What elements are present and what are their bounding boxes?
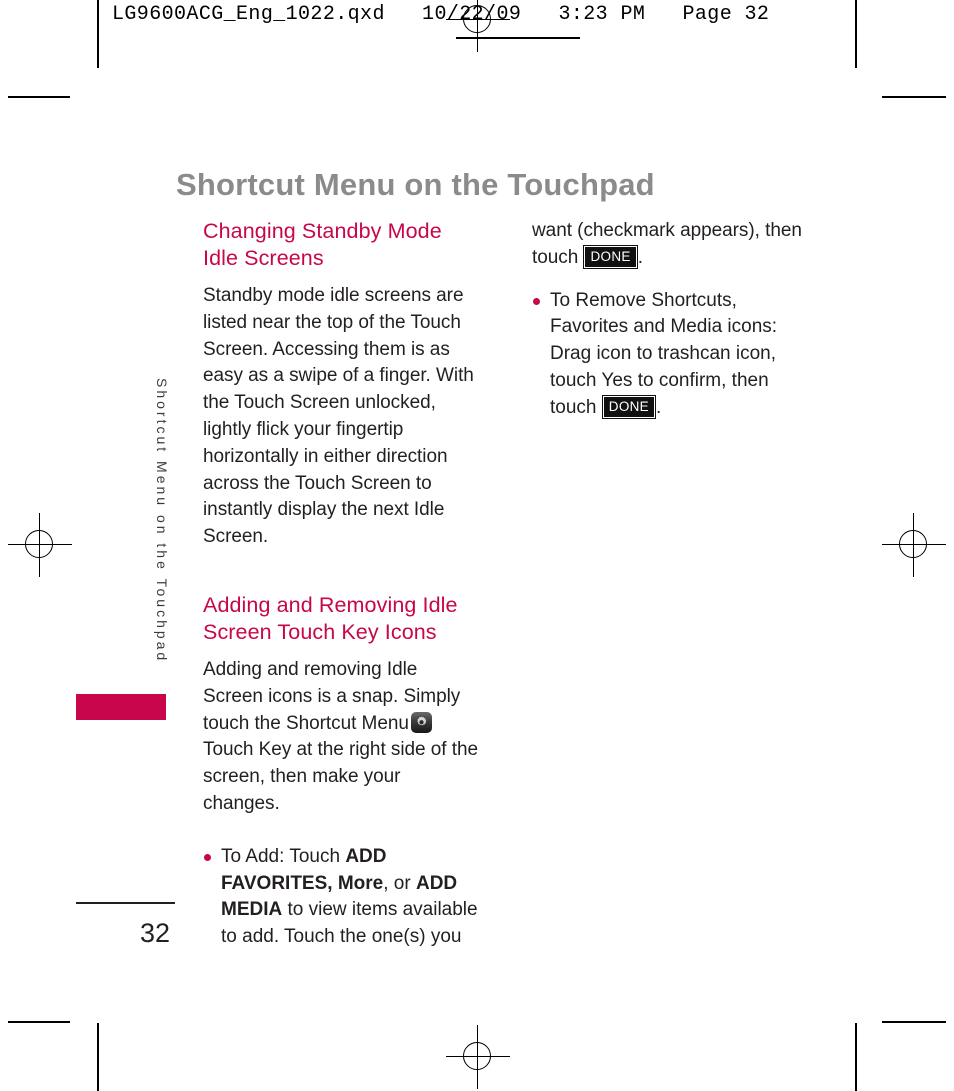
bullet-to-add-lead: To Add: Touch [221, 845, 346, 867]
paragraph-standby-mode: Standby mode idle screens are listed nea… [203, 285, 474, 548]
header-underline-rule [456, 37, 580, 39]
registration-mark-bottom-center [446, 1025, 510, 1089]
crop-mark-left-top-horizontal [8, 96, 70, 98]
running-header-text: LG9600ACG_Eng_1022.qxd 10/22/09 3:23 PM … [112, 3, 770, 26]
section-heading-changing-standby-mode: Changing Standby Mode Idle Screens [203, 219, 442, 270]
bullet-to-remove-tail: . [655, 396, 662, 418]
registration-mark-right-center [882, 513, 946, 577]
section-heading-adding-removing-icons: Adding and Removing Idle Screen Touch Ke… [203, 592, 458, 644]
right-column: want (checkmark appears), then touch DON… [532, 218, 810, 422]
continuation-lead: want (checkmark appears), then touch [532, 220, 802, 268]
paragraph-adding-removing-part2: Touch Key at the right side of the scree… [203, 739, 479, 814]
page-number: 32 [140, 918, 171, 948]
done-key-badge-2: DONE [602, 396, 655, 419]
bullet-dot-icon [533, 297, 540, 305]
continuation-tail: . [637, 246, 643, 268]
registration-mark-left-center [8, 513, 72, 577]
bullet-list-left: To Add: Touch ADD FAVORITES, More, or AD… [203, 844, 481, 951]
crop-mark-top-right-vertical [855, 0, 857, 68]
list-item-to-add: To Add: Touch ADD FAVORITES, More, or AD… [203, 844, 481, 951]
bullet-list-right: To Remove Shortcuts, Favorites and Media… [532, 288, 810, 422]
crop-mark-right-top-horizontal [882, 96, 946, 98]
bullet-to-remove-lead: To Remove Shortcuts, Favorites and Media… [550, 289, 778, 418]
crop-mark-left-bottom-horizontal [8, 1021, 70, 1023]
done-key-badge-1: DONE [584, 246, 637, 269]
paragraph-adding-removing: Adding and removing Idle Screen icons is… [203, 657, 481, 818]
crop-mark-bottom-right-vertical [855, 1023, 857, 1091]
left-column: Changing Standby Mode Idle Screens Stand… [203, 218, 481, 951]
crop-mark-bottom-left-vertical [97, 1023, 99, 1091]
bullet-dot-icon [204, 853, 211, 861]
bullet-to-add-mid: , or [383, 872, 416, 894]
folio-rule [76, 902, 175, 904]
side-tab-label: Shortcut Menu on the Touchpad [154, 378, 170, 664]
list-item-to-remove: To Remove Shortcuts, Favorites and Media… [532, 288, 810, 422]
crop-mark-top-left-vertical [97, 0, 99, 68]
side-tab-color-block [76, 694, 166, 720]
crop-mark-right-bottom-horizontal [882, 1021, 946, 1023]
gear-icon [410, 711, 432, 733]
page-title: Shortcut Menu on the Touchpad [176, 166, 655, 202]
paragraph-continuation: want (checkmark appears), then touch DON… [532, 218, 810, 272]
